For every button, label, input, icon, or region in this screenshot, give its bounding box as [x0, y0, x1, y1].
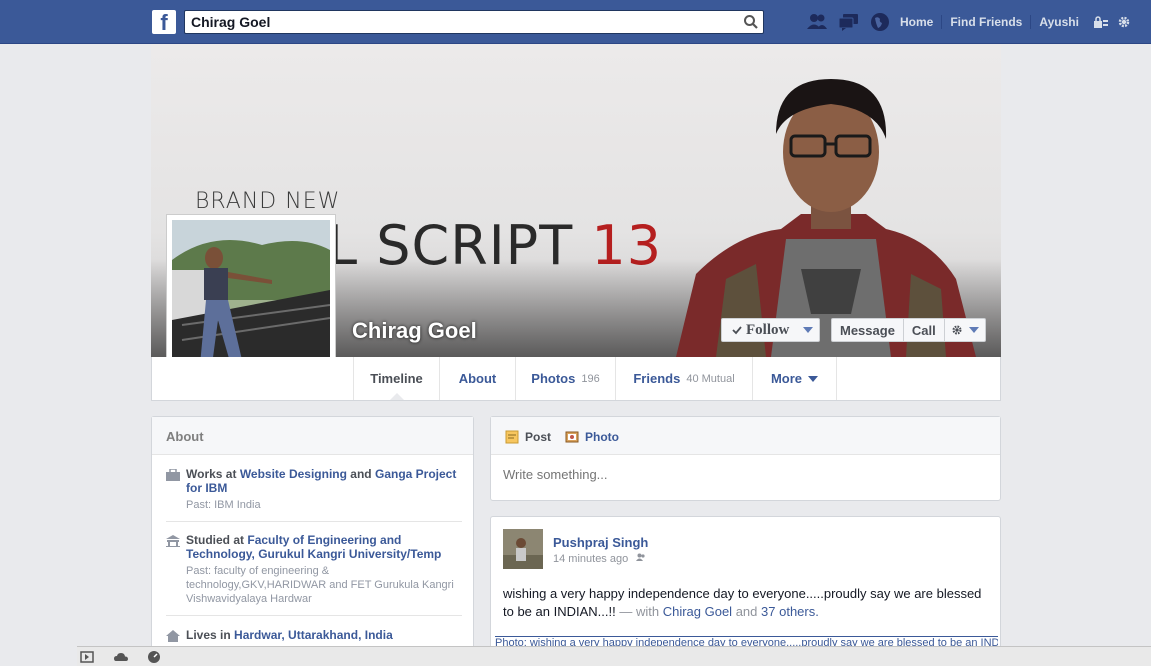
composer-tab-photo[interactable]: Photo: [565, 430, 619, 444]
about-panel: About Works at Website Designing and Gan…: [151, 416, 474, 656]
story-author-avatar[interactable]: [503, 529, 543, 569]
photo-icon: [565, 431, 579, 443]
story-author-name[interactable]: Pushpraj Singh: [553, 535, 648, 550]
checkmark-icon: [732, 326, 742, 335]
story-text: wishing a very happy independence day to…: [503, 585, 988, 621]
about-work-item: Works at Website Designing and Ganga Pro…: [166, 467, 462, 512]
lives-prefix: Lives in: [186, 628, 231, 642]
composer-photo-label: Photo: [585, 430, 619, 444]
about-panel-title[interactable]: About: [152, 417, 473, 455]
work-prefix: Works at: [186, 467, 237, 481]
status-post-icon: [505, 430, 519, 444]
nav-divider: [1030, 15, 1032, 29]
chevron-down-icon: [808, 375, 819, 382]
composer-post-label: Post: [525, 430, 552, 444]
sidebar-toggle-icon[interactable]: [80, 650, 94, 664]
message-label: Message: [840, 322, 895, 338]
story-timestamp[interactable]: 14 minutes ago: [553, 553, 646, 565]
message-button-group: Message Call: [831, 318, 986, 342]
cover-text-brand-new: BRAND NEW: [195, 189, 341, 214]
feed-story: Pushpraj Singh 14 minutes ago wishing a …: [490, 516, 1001, 656]
tab-about[interactable]: About: [440, 357, 516, 400]
audience-friends-icon: [636, 553, 645, 561]
chevron-down-icon: [968, 327, 979, 333]
cloud-icon[interactable]: [114, 650, 128, 664]
call-label: Call: [911, 322, 936, 338]
nav-divider: [941, 15, 943, 29]
about-education-item: Studied at Faculty of Engineering and Te…: [166, 533, 462, 606]
divider: [166, 615, 462, 616]
notifications-globe-icon[interactable]: [869, 12, 891, 32]
photos-count: 196: [581, 372, 600, 385]
message-button[interactable]: Message: [832, 319, 904, 341]
nav-user[interactable]: Ayushi: [1039, 15, 1079, 29]
study-past: Past: faculty of engineering & technolog…: [186, 565, 454, 605]
study-prefix: Studied at: [186, 533, 245, 547]
story-tagged-others[interactable]: 37 others.: [761, 604, 819, 619]
gear-icon: [952, 325, 962, 335]
nav-find-friends[interactable]: Find Friends: [950, 15, 1022, 29]
messages-icon[interactable]: [838, 12, 860, 32]
top-navigation-bar: f Home Find Friends Ayushi: [0, 0, 1151, 44]
story-tagged-user[interactable]: Chirag Goel: [663, 604, 732, 619]
school-icon: [166, 535, 180, 547]
chat-bottom-bar: [77, 646, 1151, 666]
divider: [166, 521, 462, 522]
friend-requests-icon[interactable]: [806, 12, 828, 32]
follow-button[interactable]: Follow: [721, 318, 820, 342]
story-with-prefix: — with: [619, 604, 660, 619]
post-composer: Post Photo: [490, 416, 1001, 501]
friends-count: 40 Mutual: [686, 372, 735, 385]
call-button[interactable]: Call: [904, 319, 945, 341]
work-and: and: [350, 467, 372, 481]
profile-tab-bar: Timeline About Photos 196 Friends 40 Mutua…: [151, 357, 1001, 401]
tab-friends-label: Friends: [633, 371, 681, 386]
work-past: Past: IBM India: [186, 499, 261, 511]
about-lives-item: Lives in Hardwar, Uttarakhand, India: [166, 628, 462, 642]
settings-gear-icon[interactable]: [1117, 15, 1131, 29]
composer-tabs: Post Photo: [491, 417, 1000, 455]
tab-photos-label: Photos: [531, 371, 576, 386]
tab-about-label: About: [458, 371, 497, 386]
follow-label: Follow: [746, 321, 790, 338]
tab-more[interactable]: More: [753, 357, 837, 400]
facebook-logo[interactable]: f: [152, 10, 176, 35]
story-time-text: 14 minutes ago: [553, 553, 629, 565]
composer-input[interactable]: [503, 467, 983, 482]
tab-friends[interactable]: Friends 40 Mutual: [616, 357, 753, 400]
privacy-lock-icon[interactable]: [1093, 15, 1109, 29]
cover-person-image: [676, 79, 976, 357]
search-icon[interactable]: [743, 14, 759, 30]
composer-tab-post[interactable]: Post: [505, 430, 551, 444]
briefcase-icon: [166, 469, 180, 481]
profile-name: Chirag Goel: [352, 318, 477, 343]
speed-gauge-icon[interactable]: [147, 650, 161, 664]
profile-options-button[interactable]: [945, 319, 985, 341]
nav-home[interactable]: Home: [900, 15, 933, 29]
follow-dropdown-arrow-icon[interactable]: [803, 327, 813, 333]
search-input[interactable]: [191, 14, 731, 30]
tab-more-label: More: [770, 371, 803, 386]
home-icon: [166, 630, 180, 642]
avatar-image: [503, 529, 543, 569]
tab-photos[interactable]: Photos 196: [516, 357, 616, 400]
active-tab-indicator: [390, 393, 404, 400]
search-box[interactable]: [184, 10, 764, 34]
tab-timeline-label: Timeline: [370, 371, 423, 386]
work-place-link[interactable]: Website Designing: [240, 467, 347, 481]
lives-place-link[interactable]: Hardwar, Uttarakhand, India: [234, 628, 393, 642]
story-and: and: [735, 604, 758, 619]
profile-photo-image: [172, 220, 330, 378]
